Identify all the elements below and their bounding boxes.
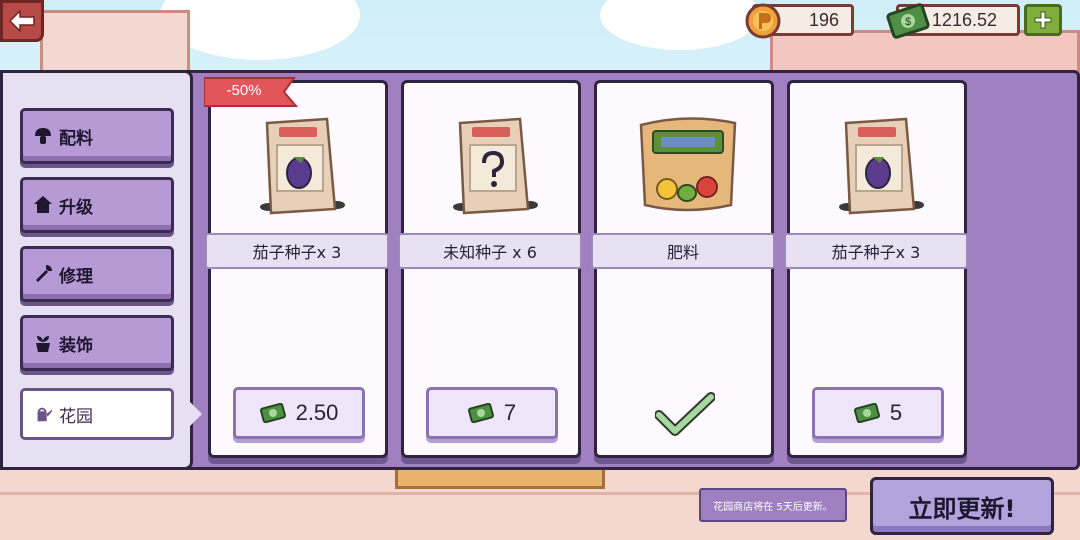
category-label: 配料 <box>59 128 93 149</box>
refresh-notice: 花园商店将在 5天后更新。 <box>699 488 847 522</box>
mushroom-icon <box>35 128 51 144</box>
item-name: 未知种子 x 6 <box>398 233 582 269</box>
back-button[interactable] <box>0 0 44 42</box>
item-price: 7 <box>503 400 517 425</box>
purchased-check-icon <box>655 392 715 436</box>
plus-icon <box>1034 11 1052 29</box>
svg-text:$: $ <box>905 16 911 28</box>
arrow-left-icon <box>9 10 35 32</box>
coin-icon <box>745 3 781 39</box>
discount-ribbon: -50% <box>204 76 300 110</box>
house-icon <box>34 196 52 213</box>
buy-button[interactable]: 2.50 <box>233 387 365 439</box>
category-upgrade-button[interactable]: 升级 <box>20 177 174 233</box>
mystery-seed-bag-icon <box>453 117 538 215</box>
item-name: 肥料 <box>591 233 775 269</box>
buy-button[interactable]: 5 <box>812 387 944 439</box>
eggplant-seed-bag-icon <box>260 117 345 215</box>
item-name: 茄子种子x 3 <box>205 233 389 269</box>
watering-can-icon <box>37 407 53 422</box>
cash-icon <box>259 403 286 423</box>
wrench-icon <box>36 265 52 282</box>
eggplant-seed-bag-icon <box>839 117 924 215</box>
cash-amount: 1216.52 <box>931 9 997 30</box>
active-category-pointer <box>188 400 202 428</box>
shop-item-card[interactable]: 未知种子 x 6 7 <box>398 80 582 458</box>
item-name: 茄子种子x 3 <box>784 233 968 269</box>
item-price: 2.50 <box>295 400 339 425</box>
discount-label: -50% <box>226 82 262 99</box>
category-label: 装饰 <box>59 335 93 356</box>
category-label: 修理 <box>59 266 93 287</box>
cash-icon <box>467 403 494 423</box>
category-decoration-button[interactable]: 装饰 <box>20 315 174 371</box>
shop-item-card[interactable]: 茄子种子x 3 2.50 <box>205 80 389 458</box>
coin-amount: 196 <box>808 9 839 30</box>
shop-item-card[interactable]: 茄子种子x 3 5 <box>784 80 968 458</box>
plant-pot-icon <box>36 336 50 352</box>
buy-button[interactable]: 7 <box>426 387 558 439</box>
item-price: 5 <box>889 400 903 425</box>
add-cash-button[interactable] <box>1024 4 1062 36</box>
category-label: 花园 <box>59 406 93 427</box>
cash-icon <box>853 403 880 423</box>
fertilizer-sack-icon <box>639 117 737 212</box>
category-garden-button[interactable]: 花园 <box>20 388 174 440</box>
category-ingredients-button[interactable]: 配料 <box>20 108 174 164</box>
refresh-now-button[interactable]: 立即更新! <box>870 477 1054 535</box>
cash-icon: $ <box>886 3 930 39</box>
category-repair-button[interactable]: 修理 <box>20 246 174 302</box>
category-label: 升级 <box>59 197 93 218</box>
shop-item-card[interactable]: 肥料 <box>591 80 775 458</box>
